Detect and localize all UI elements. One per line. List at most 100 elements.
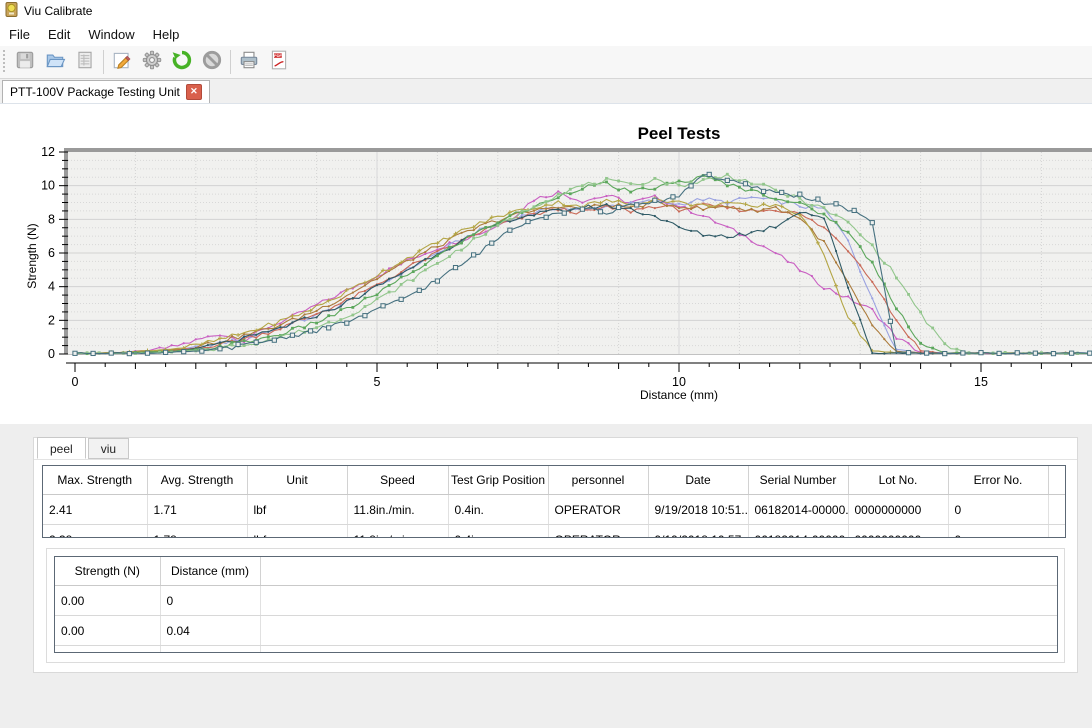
refresh-button[interactable]	[167, 48, 197, 76]
table-cell[interactable]: 0000000000	[848, 525, 948, 539]
table-cell[interactable]: 0	[948, 495, 1048, 525]
svg-text:5: 5	[374, 375, 381, 389]
table-cell[interactable]: 0.4in.	[448, 495, 548, 525]
svg-text:10: 10	[41, 179, 55, 193]
table-cell[interactable]: 0.04	[160, 616, 260, 646]
menu-edit[interactable]: Edit	[39, 23, 79, 46]
table-cell[interactable]: OPERATOR	[548, 525, 648, 539]
refresh-icon	[171, 49, 193, 76]
column-header[interactable]: Lot No.	[848, 466, 948, 495]
column-header[interactable]: Distance (mm)	[160, 557, 260, 586]
print-button[interactable]	[234, 48, 264, 76]
column-header[interactable]: Test Grip Position	[448, 466, 548, 495]
open-button[interactable]	[40, 48, 70, 76]
table-cell[interactable]: 0	[948, 525, 1048, 539]
column-header[interactable]: Serial Number	[748, 466, 848, 495]
table-cell[interactable]: 06182014-00000...	[748, 495, 848, 525]
table-row[interactable]: 0.000.04	[55, 616, 1057, 646]
window-title: Viu Calibrate	[24, 4, 92, 18]
tab-viu[interactable]: viu	[88, 438, 129, 459]
table-cell[interactable]: 2.38	[43, 525, 147, 539]
table-cell[interactable]: 1.71	[147, 495, 247, 525]
chart-title: Peel Tests	[233, 124, 1092, 144]
svg-text:12: 12	[41, 146, 55, 159]
cancel-button[interactable]	[197, 48, 227, 76]
toolbar-separator	[103, 50, 104, 74]
table-cell-filler	[1048, 525, 1065, 539]
settings-button[interactable]	[137, 48, 167, 76]
toolbar: PDF	[0, 46, 1092, 79]
document-tab-label: PTT-100V Package Testing Unit	[10, 85, 180, 99]
tab-peel[interactable]: peel	[37, 437, 86, 459]
table-cell[interactable]: 2.41	[43, 495, 147, 525]
table-cell[interactable]: 0	[160, 586, 260, 616]
column-header[interactable]: Date	[648, 466, 748, 495]
x-axis-label: Distance (mm)	[233, 388, 1092, 402]
menu-help[interactable]: Help	[144, 23, 189, 46]
column-header-filler	[260, 557, 1057, 586]
table-cell[interactable]: 0.00	[55, 616, 160, 646]
column-header-filler	[1048, 466, 1065, 495]
app-window: Viu Calibrate File Edit Window Help	[0, 0, 1092, 728]
table-cell[interactable]: 0.4in.	[448, 525, 548, 539]
svg-text:6: 6	[48, 246, 55, 260]
table-cell[interactable]: 11.8in./min.	[347, 525, 448, 539]
peel-tests-chart: 024681012051015	[0, 146, 1092, 414]
svg-text:4: 4	[48, 280, 55, 294]
table-cell[interactable]: 9/19/2018 10:51...	[648, 495, 748, 525]
results-tabstrip: peel viu	[37, 438, 131, 459]
svg-text:2: 2	[48, 313, 55, 327]
svg-text:8: 8	[48, 212, 55, 226]
table-cell[interactable]: 0000000000	[848, 495, 948, 525]
table-row[interactable]: 2.381.78lbf11.8in./min.0.4in.OPERATOR9/1…	[43, 525, 1065, 539]
table-cell[interactable]: lbf	[247, 495, 347, 525]
table-row[interactable]	[55, 646, 1057, 654]
gear-icon	[141, 49, 163, 76]
tab-ptt-100v[interactable]: PTT-100V Package Testing Unit ✕	[2, 80, 210, 103]
header-row: Max. StrengthAvg. StrengthUnitSpeedTest …	[43, 466, 1065, 495]
table-cell[interactable]: OPERATOR	[548, 495, 648, 525]
table-cell[interactable]	[55, 646, 160, 654]
table-cell-filler	[260, 646, 1057, 654]
column-header[interactable]: Avg. Strength	[147, 466, 247, 495]
table-cell[interactable]: 0.00	[55, 586, 160, 616]
tab-close-icon[interactable]: ✕	[186, 84, 202, 100]
y-axis-label: Strength (N)	[25, 200, 41, 312]
menu-file[interactable]: File	[0, 23, 39, 46]
svg-text:0: 0	[72, 375, 79, 389]
svg-text:PDF: PDF	[274, 53, 282, 58]
save-icon	[14, 49, 36, 76]
export-pdf-button[interactable]: PDF	[264, 48, 294, 76]
edit-pencil-icon	[111, 49, 133, 76]
pdf-icon: PDF	[268, 49, 290, 76]
column-header[interactable]: Speed	[347, 466, 448, 495]
table-row[interactable]: 2.411.71lbf11.8in./min.0.4in.OPERATOR9/1…	[43, 495, 1065, 525]
header-row: Strength (N)Distance (mm)	[55, 557, 1057, 586]
table-cell-filler	[260, 586, 1057, 616]
table-cell[interactable]: 9/19/2018 10:57...	[648, 525, 748, 539]
column-header[interactable]: Error No.	[948, 466, 1048, 495]
column-header[interactable]: Unit	[247, 466, 347, 495]
table-cell[interactable]	[160, 646, 260, 654]
menu-bar: File Edit Window Help	[0, 22, 1092, 46]
column-header[interactable]: personnel	[548, 466, 648, 495]
table-cell[interactable]: 1.78	[147, 525, 247, 539]
save-button[interactable]	[10, 48, 40, 76]
column-header[interactable]: Max. Strength	[43, 466, 147, 495]
menu-window[interactable]: Window	[79, 23, 143, 46]
report-button[interactable]	[70, 48, 100, 76]
points-table[interactable]: Strength (N)Distance (mm)0.0000.000.04	[54, 556, 1058, 653]
table-row[interactable]: 0.000	[55, 586, 1057, 616]
table-cell[interactable]: 11.8in./min.	[347, 495, 448, 525]
report-sheet-icon	[74, 49, 96, 76]
app-icon	[5, 2, 20, 22]
toolbar-grip[interactable]	[2, 50, 6, 74]
results-table[interactable]: Max. StrengthAvg. StrengthUnitSpeedTest …	[42, 465, 1066, 538]
table-cell[interactable]: lbf	[247, 525, 347, 539]
title-bar: Viu Calibrate	[0, 0, 1092, 22]
edit-button[interactable]	[107, 48, 137, 76]
column-header[interactable]: Strength (N)	[55, 557, 160, 586]
document-tabstrip: PTT-100V Package Testing Unit ✕	[0, 79, 1092, 104]
table-cell[interactable]: 06182014-00000...	[748, 525, 848, 539]
table-cell-filler	[1048, 495, 1065, 525]
